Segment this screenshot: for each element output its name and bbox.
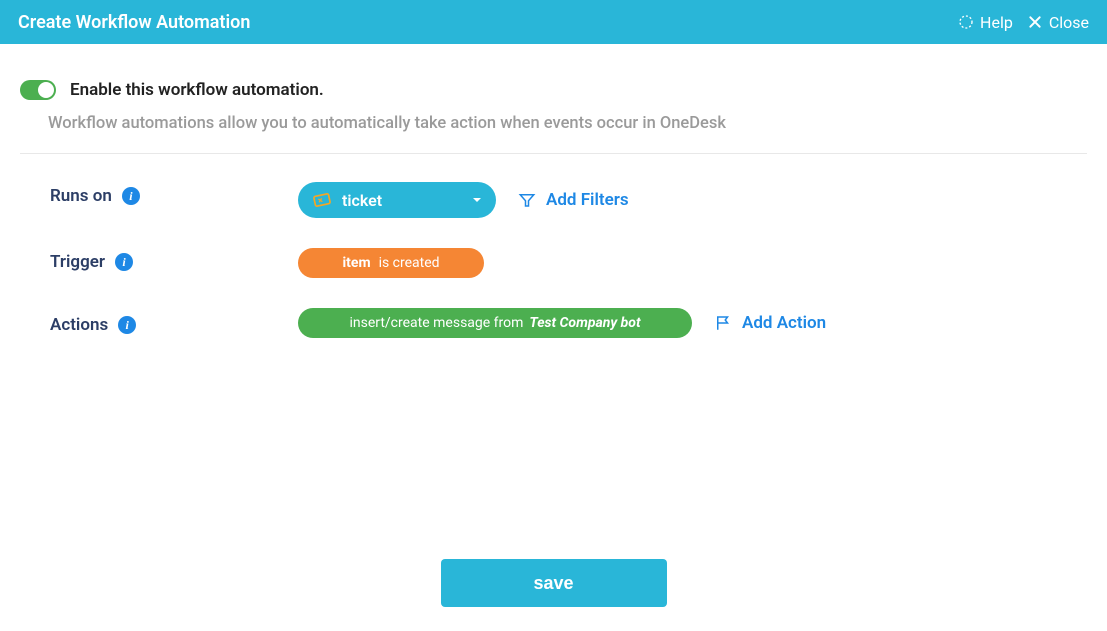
- close-icon: [1027, 14, 1043, 30]
- actions-row: Actions i insert/create message from Tes…: [20, 308, 1087, 338]
- enable-toggle-row: Enable this workflow automation.: [20, 80, 1087, 100]
- action-pill[interactable]: insert/create message from Test Company …: [298, 308, 692, 338]
- chevron-down-icon: [472, 195, 482, 205]
- runs-on-row: Runs on i ticket Add Filters: [20, 182, 1087, 218]
- runs-on-select[interactable]: ticket: [298, 182, 496, 218]
- divider: [20, 153, 1087, 154]
- info-icon[interactable]: i: [122, 187, 140, 205]
- actions-label: Actions: [50, 315, 108, 335]
- close-button[interactable]: Close: [1027, 13, 1089, 32]
- actions-label-group: Actions i: [50, 311, 298, 335]
- dialog-header: Create Workflow Automation Help Close: [0, 0, 1107, 44]
- dialog-title: Create Workflow Automation: [18, 12, 250, 33]
- runs-on-label: Runs on: [50, 186, 112, 206]
- enable-toggle-label: Enable this workflow automation.: [70, 80, 324, 100]
- runs-on-label-group: Runs on i: [50, 182, 298, 206]
- info-icon[interactable]: i: [118, 316, 136, 334]
- save-button[interactable]: save: [441, 559, 667, 607]
- actions-controls: insert/create message from Test Company …: [298, 308, 826, 338]
- add-filters-button[interactable]: Add Filters: [518, 190, 629, 210]
- ticket-icon: [312, 190, 332, 210]
- help-icon: [958, 14, 974, 30]
- header-actions: Help Close: [958, 13, 1089, 32]
- description-text: Workflow automations allow you to automa…: [48, 114, 1087, 133]
- add-action-button[interactable]: Add Action: [714, 313, 826, 333]
- trigger-row: Trigger i item is created: [20, 248, 1087, 278]
- add-filters-label: Add Filters: [546, 190, 629, 210]
- trigger-controls: item is created: [298, 248, 484, 278]
- trigger-pill[interactable]: item is created: [298, 248, 484, 278]
- runs-on-controls: ticket Add Filters: [298, 182, 629, 218]
- dialog-footer: save: [0, 559, 1107, 607]
- action-bot-name: Test Company bot: [529, 315, 640, 331]
- toggle-knob: [38, 82, 54, 98]
- dialog-content: Enable this workflow automation. Workflo…: [0, 44, 1107, 388]
- help-label: Help: [980, 13, 1013, 32]
- info-icon[interactable]: i: [115, 253, 133, 271]
- trigger-label: Trigger: [50, 252, 105, 272]
- enable-toggle[interactable]: [20, 80, 56, 100]
- help-button[interactable]: Help: [958, 13, 1013, 32]
- action-text: insert/create message from: [349, 315, 523, 331]
- add-action-label: Add Action: [742, 313, 826, 333]
- trigger-label-group: Trigger i: [50, 248, 298, 272]
- flag-icon: [714, 314, 732, 332]
- filter-icon: [518, 191, 536, 209]
- trigger-item-label: item: [342, 255, 370, 271]
- runs-on-selected: ticket: [342, 191, 462, 210]
- close-label: Close: [1049, 13, 1089, 32]
- trigger-condition: is created: [379, 255, 440, 271]
